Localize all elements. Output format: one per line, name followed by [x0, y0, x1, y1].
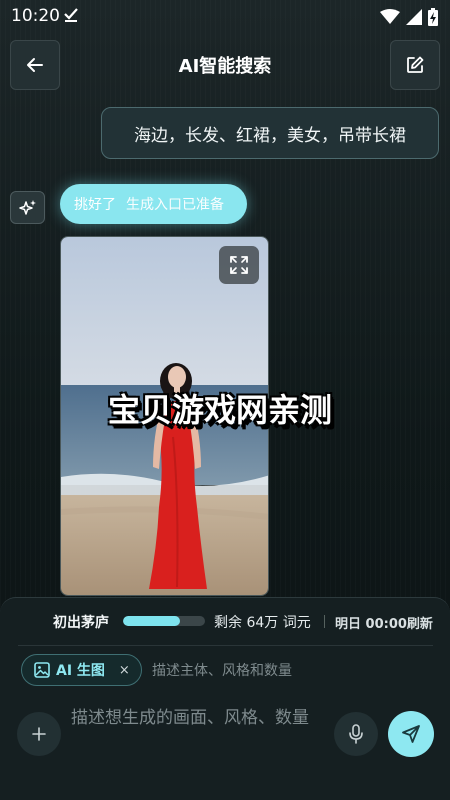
plus-icon: [32, 727, 46, 741]
wifi-icon: [380, 9, 400, 24]
expand-image-button[interactable]: [219, 246, 259, 284]
panel-divider: [18, 645, 433, 646]
voice-input-button[interactable]: [334, 712, 378, 756]
send-button[interactable]: [388, 711, 434, 757]
user-message-bubble: 海边，长发、红裙，美女，吊带长裙: [101, 107, 439, 159]
page-title: AI智能搜索: [178, 56, 272, 77]
signal-icon: [406, 9, 422, 25]
send-icon: [402, 725, 420, 743]
status-time: 10:20: [11, 6, 60, 26]
ai-status-sublabel: 生成入口已准备: [126, 197, 224, 213]
quota-progress-fill: [123, 616, 181, 626]
ai-status-pill[interactable]: 挑好了 生成入口已准备: [60, 184, 247, 224]
prompt-input[interactable]: 描述想生成的画面、风格、数量: [71, 703, 321, 763]
status-bar: 10:20: [0, 0, 450, 32]
status-icons: [380, 8, 438, 26]
download-done-icon: [64, 8, 78, 22]
image-icon: [34, 662, 50, 678]
mode-hint-text: 描述主体、风格和数量: [152, 663, 292, 679]
sparkle-icon: [18, 199, 36, 215]
ai-image-mode-chip[interactable]: AI 生图 ×: [21, 654, 142, 686]
quota-progress-bar: [123, 616, 205, 626]
quota-refresh-time: 明日 00:00刷新: [335, 617, 433, 632]
quota-remaining: 剩余 64万 词元: [214, 615, 311, 631]
battery-charging-icon: [428, 8, 438, 26]
ai-status-label: 挑好了: [74, 197, 116, 213]
quota-row: 初出茅庐 剩余 64万 词元 明日 00:00刷新: [0, 612, 450, 632]
app-screen: 10:20 AI智能搜索 海边，长发、红裙，美女，吊带长裙 挑好了 生成入口已准…: [0, 0, 450, 800]
microphone-icon: [349, 724, 363, 744]
ai-avatar: [10, 191, 45, 224]
edit-icon: [407, 56, 424, 73]
mode-chip-close-button[interactable]: ×: [119, 663, 130, 678]
new-chat-button[interactable]: [390, 40, 440, 90]
mode-chip-label: AI 生图: [56, 663, 105, 679]
expand-icon: [230, 256, 248, 274]
add-attachment-button[interactable]: [17, 712, 61, 756]
user-level: 初出茅庐: [53, 615, 109, 631]
image-watermark: 宝贝游戏网亲测: [108, 391, 333, 429]
user-message-text: 海边，长发、红裙，美女，吊带长裙: [134, 125, 406, 146]
quota-divider: [324, 615, 325, 628]
